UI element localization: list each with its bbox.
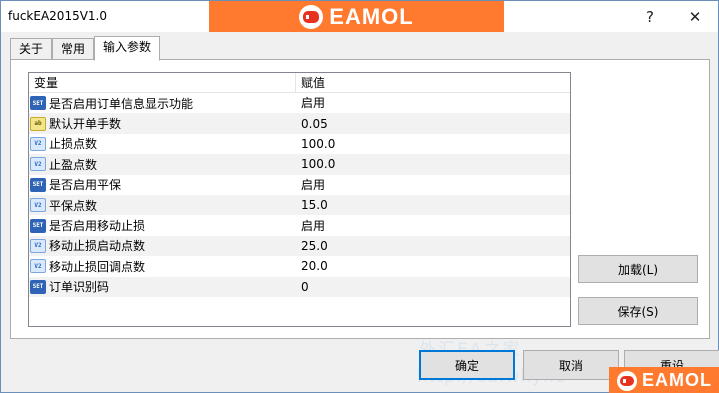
banner-logo-text: EAMOL	[329, 3, 414, 29]
column-header-variable[interactable]: 变量	[29, 73, 296, 92]
variable-cell: V2 移动止损回调点数	[29, 256, 296, 276]
eamol-corner-logo: EAMOL	[609, 367, 719, 393]
load-button[interactable]: 加载(L)	[578, 255, 698, 283]
variable-name: 移动止损启动点数	[49, 239, 146, 254]
variable-cell: V2 平保点数	[29, 195, 296, 215]
table-body: SET 是否启用订单信息显示功能 启用 ab 默认开单手数 0.05 V2 止损点数 100.0…	[29, 93, 570, 297]
enum-type-icon: SET	[30, 279, 46, 294]
table-row[interactable]: V2 止损点数 100.0	[29, 134, 570, 154]
robot-logo-icon	[299, 4, 324, 29]
enum-type-icon: SET	[30, 218, 46, 233]
variable-name: 订单识别码	[49, 280, 110, 295]
value-cell[interactable]: 启用	[296, 93, 570, 113]
value-cell[interactable]: 25.0	[296, 236, 570, 256]
variable-name: 默认开单手数	[49, 117, 122, 132]
value-cell[interactable]: 15.0	[296, 195, 570, 215]
enum-type-icon: SET	[30, 96, 46, 111]
variable-name: 是否启用平保	[49, 178, 122, 193]
double-type-icon: V2	[30, 259, 46, 274]
value-cell[interactable]: 0	[296, 277, 570, 297]
variable-cell: SET 订单识别码	[29, 277, 296, 297]
tab-about[interactable]: 关于	[10, 38, 53, 61]
variable-name: 是否启用订单信息显示功能	[49, 96, 194, 111]
table-row[interactable]: SET 是否启用订单信息显示功能 启用	[29, 93, 570, 113]
close-button[interactable]: ✕	[672, 1, 718, 32]
table-row[interactable]: SET 是否启用平保 启用	[29, 175, 570, 195]
variable-cell: SET 是否启用移动止损	[29, 215, 296, 235]
tab-strip: 关于 常用 输入参数	[10, 36, 161, 61]
variable-name: 止盈点数	[49, 157, 98, 172]
variable-name: 止损点数	[49, 137, 98, 152]
parameters-table: 变量 赋值 SET 是否启用订单信息显示功能 启用 ab 默认开单手数 0.05 V2 止损点…	[28, 72, 571, 327]
eamol-logo: EAMOL	[299, 4, 413, 30]
variable-cell: ab 默认开单手数	[29, 113, 296, 133]
value-cell[interactable]: 100.0	[296, 154, 570, 174]
table-row[interactable]: V2 止盈点数 100.0	[29, 154, 570, 175]
cancel-button[interactable]: 取消	[523, 350, 619, 380]
save-button[interactable]: 保存(S)	[578, 297, 698, 325]
ok-button[interactable]: 确定	[419, 350, 515, 380]
variable-name: 平保点数	[49, 198, 98, 213]
double-type-icon: V2	[30, 198, 46, 213]
enum-type-icon: SET	[30, 177, 46, 192]
table-header: 变量 赋值	[29, 73, 570, 93]
table-row[interactable]: V2 平保点数 15.0	[29, 194, 570, 216]
tab-input-parameters[interactable]: 输入参数	[94, 36, 161, 61]
input-parameters-dialog: fuckEA2015V1.0 EAMOL ? ✕ 关于 常用 输入参数 变量 赋…	[0, 0, 719, 393]
value-cell[interactable]: 0.05	[296, 114, 570, 134]
eamol-banner: EAMOL	[209, 1, 504, 32]
help-button[interactable]: ?	[627, 1, 673, 32]
table-row[interactable]: SET 是否启用移动止损 启用	[29, 215, 570, 235]
robot-logo-icon	[617, 370, 637, 391]
value-cell[interactable]: 100.0	[296, 134, 570, 154]
table-row[interactable]: SET 订单识别码 0	[29, 276, 570, 297]
corner-logo-text: EAMOL	[642, 370, 712, 390]
double-type-icon: V2	[30, 157, 46, 172]
value-cell[interactable]: 启用	[296, 216, 570, 236]
string-type-icon: ab	[30, 116, 46, 131]
variable-cell: V2 移动止损启动点数	[29, 236, 296, 256]
variable-name: 移动止损回调点数	[49, 259, 146, 274]
window-title: fuckEA2015V1.0	[8, 9, 107, 23]
table-row[interactable]: V2 移动止损启动点数 25.0	[29, 235, 570, 257]
table-row[interactable]: V2 移动止损回调点数 20.0	[29, 256, 570, 276]
double-type-icon: V2	[30, 136, 46, 151]
variable-cell: V2 止损点数	[29, 134, 296, 154]
variable-cell: SET 是否启用订单信息显示功能	[29, 93, 296, 113]
double-type-icon: V2	[30, 238, 46, 253]
value-cell[interactable]: 20.0	[296, 256, 570, 276]
tab-common[interactable]: 常用	[52, 38, 95, 61]
variable-cell: V2 止盈点数	[29, 154, 296, 174]
column-header-value[interactable]: 赋值	[296, 73, 570, 92]
title-bar: fuckEA2015V1.0 EAMOL ? ✕	[1, 1, 718, 32]
table-row[interactable]: ab 默认开单手数 0.05	[29, 113, 570, 134]
tab-panel: 变量 赋值 SET 是否启用订单信息显示功能 启用 ab 默认开单手数 0.05 V2 止损点…	[10, 59, 710, 339]
value-cell[interactable]: 启用	[296, 175, 570, 195]
variable-name: 是否启用移动止损	[49, 219, 146, 234]
variable-cell: SET 是否启用平保	[29, 175, 296, 195]
